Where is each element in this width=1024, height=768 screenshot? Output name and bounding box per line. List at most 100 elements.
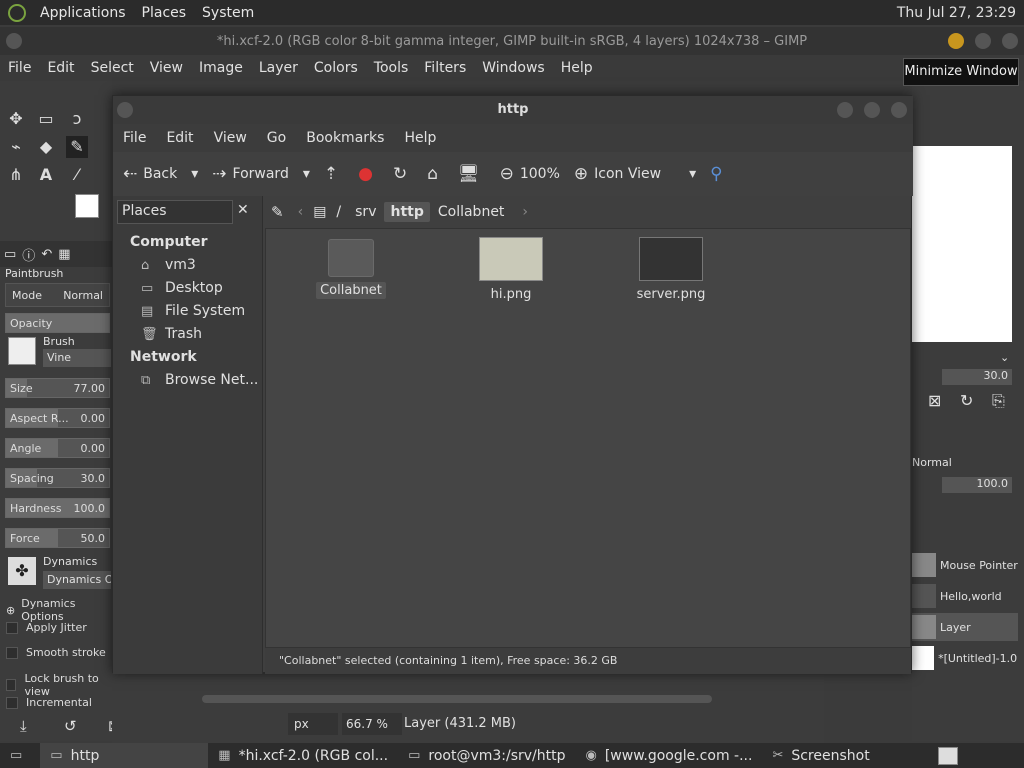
back-history-dropdown[interactable]: ▾ — [191, 166, 198, 182]
angle-slider[interactable]: Angle 0.00 — [5, 438, 110, 458]
undo-history-tab-icon[interactable]: ↶ — [41, 247, 52, 262]
crumb-collabnet[interactable]: Collabnet — [432, 202, 511, 222]
sidebar-item-browse-network[interactable]: ⧉ Browse Net... — [141, 372, 258, 388]
forward-button[interactable]: ⇢ Forward — [212, 164, 289, 184]
dynamics-name-field[interactable]: Dynamics Off — [43, 571, 111, 589]
minimize-window-button[interactable] — [948, 33, 964, 49]
fm-menu-edit[interactable]: Edit — [156, 130, 203, 146]
brush-preview[interactable] — [8, 337, 36, 365]
gimp-menu-layer[interactable]: Layer — [251, 60, 306, 76]
back-button[interactable]: ⇠ Back — [123, 164, 177, 184]
gimp-menu-select[interactable]: Select — [83, 60, 142, 76]
forward-history-dropdown[interactable]: ▾ — [303, 166, 310, 182]
brushes-grid[interactable] — [912, 146, 1012, 342]
bucket-fill-tool-icon[interactable]: ◆ — [35, 136, 57, 158]
gimp-menu-edit[interactable]: Edit — [39, 60, 82, 76]
images-tab-icon[interactable]: ▦ — [58, 247, 70, 262]
gimp-menu-view[interactable]: View — [142, 60, 191, 76]
path-right-arrow-icon[interactable]: › — [522, 204, 528, 220]
menu-applications[interactable]: Applications — [32, 5, 134, 21]
fm-minimize-button[interactable] — [837, 102, 853, 118]
path-left-arrow-icon[interactable]: ‹ — [298, 204, 304, 220]
file-item-collabnet[interactable]: Collabnet — [301, 239, 401, 299]
foreground-color-swatch[interactable] — [75, 194, 99, 218]
size-slider[interactable]: Size 77.00 — [5, 378, 110, 398]
task-terminal[interactable]: ▭ root@vm3:/srv/http — [398, 743, 575, 768]
gimp-menu-file[interactable]: File — [0, 60, 39, 76]
layer-row-selected[interactable]: Layer — [912, 613, 1018, 641]
task-http[interactable]: ▭ http — [40, 743, 209, 768]
menu-places[interactable]: Places — [134, 5, 195, 21]
menu-system[interactable]: System — [194, 5, 262, 21]
force-slider[interactable]: Force 50.0 — [5, 528, 110, 548]
horizontal-scrollbar[interactable] — [202, 695, 712, 703]
zoom-in-button[interactable]: ⊕ Icon View — [574, 164, 661, 184]
edit-location-icon[interactable]: ✎ — [271, 203, 284, 221]
path-tool-icon[interactable]: ⋔ — [5, 164, 27, 186]
smooth-stroke-checkbox[interactable]: Smooth stroke — [6, 646, 106, 659]
gimp-menu-help[interactable]: Help — [553, 60, 601, 76]
stop-button[interactable]: ● — [358, 164, 379, 184]
view-mode-select[interactable]: Icon View — [594, 166, 661, 182]
gimp-menu-windows[interactable]: Windows — [474, 60, 553, 76]
crumb-srv[interactable]: srv — [349, 202, 382, 222]
crumb-root[interactable]: / — [330, 202, 347, 222]
task-screenshot[interactable]: ✂ Screenshot — [762, 743, 879, 768]
fm-maximize-button[interactable] — [864, 102, 880, 118]
maximize-window-button[interactable] — [975, 33, 991, 49]
text-tool-icon[interactable]: A — [35, 164, 57, 186]
device-status-tab-icon[interactable]: ⓘ — [22, 245, 35, 264]
distro-logo-icon[interactable] — [8, 3, 26, 22]
workspace-switcher[interactable] — [938, 746, 958, 765]
unit-select[interactable]: px — [288, 713, 338, 735]
task-browser[interactable]: ◉ [www.google.com -... — [576, 743, 763, 768]
dock-scroll-down-icon[interactable]: ⌄ — [1000, 351, 1009, 364]
brush-spacing-field[interactable]: 30.0 — [942, 369, 1012, 385]
lock-brush-checkbox[interactable]: Lock brush to view — [6, 672, 112, 698]
color-picker-tool-icon[interactable]: ⁄ — [66, 164, 88, 186]
paintbrush-tool-icon[interactable]: ✎ — [66, 136, 88, 158]
fm-menu-view[interactable]: View — [204, 130, 257, 146]
fm-menu-help[interactable]: Help — [394, 130, 446, 146]
layer-row[interactable]: Mouse Pointer — [912, 551, 1018, 579]
layer-row[interactable]: Hello,world — [912, 582, 1018, 610]
zoom-out-button[interactable]: ⊖ 100% — [500, 164, 560, 184]
close-window-button[interactable] — [1002, 33, 1018, 49]
spacing-slider[interactable]: Spacing 30.0 — [5, 468, 110, 488]
open-brush-icon[interactable]: ⎘ — [992, 391, 1005, 411]
apply-jitter-checkbox[interactable]: Apply Jitter — [6, 621, 87, 634]
clock[interactable]: Thu Jul 27, 23:29 — [897, 5, 1024, 21]
warp-tool-icon[interactable]: ⌁ — [5, 136, 27, 158]
restore-options-icon[interactable]: ↺ — [64, 717, 77, 735]
layer-row[interactable]: *[Untitled]-1.0 ( — [912, 644, 1018, 672]
layer-mode-select[interactable]: Normal — [912, 453, 970, 473]
home-button[interactable]: ⌂ — [427, 164, 444, 184]
fm-close-button[interactable] — [891, 102, 907, 118]
up-button[interactable]: ⇡ — [324, 164, 344, 184]
computer-button[interactable]: 🖥 — [458, 164, 486, 184]
rect-select-tool-icon[interactable]: ▭ — [35, 108, 57, 130]
close-sidebar-icon[interactable]: ✕ — [237, 202, 249, 218]
sidebar-item-trash[interactable]: 🗑 Trash — [141, 326, 202, 342]
gimp-menu-tools[interactable]: Tools — [366, 60, 417, 76]
gimp-menu-colors[interactable]: Colors — [306, 60, 366, 76]
file-item-hi-png[interactable]: hi.png — [461, 237, 561, 302]
fm-window-menu-icon[interactable] — [117, 102, 133, 118]
show-desktop-icon[interactable]: ▭ — [0, 743, 40, 768]
opacity-slider[interactable]: Opacity — [5, 313, 110, 333]
layer-opacity-field[interactable]: 100.0 — [942, 477, 1012, 493]
task-gimp[interactable]: ▦ *hi.xcf-2.0 (RGB col... — [208, 743, 398, 768]
mode-select[interactable]: Normal — [63, 289, 103, 302]
dynamics-preview-icon[interactable]: ✤ — [8, 557, 36, 585]
fm-menu-bookmarks[interactable]: Bookmarks — [296, 130, 394, 146]
gimp-menu-image[interactable]: Image — [191, 60, 251, 76]
sidebar-item-desktop[interactable]: ▭ Desktop — [141, 280, 223, 296]
hardness-slider[interactable]: Hardness 100.0 — [5, 498, 110, 518]
fm-menu-go[interactable]: Go — [257, 130, 296, 146]
file-item-server-png[interactable]: server.png — [621, 237, 721, 302]
gimp-menu-filters[interactable]: Filters — [416, 60, 474, 76]
crumb-http[interactable]: http — [384, 202, 430, 222]
brush-name-field[interactable]: Vine — [43, 349, 111, 367]
incremental-checkbox[interactable]: Incremental — [6, 696, 92, 709]
places-select[interactable]: Places — [117, 200, 233, 224]
